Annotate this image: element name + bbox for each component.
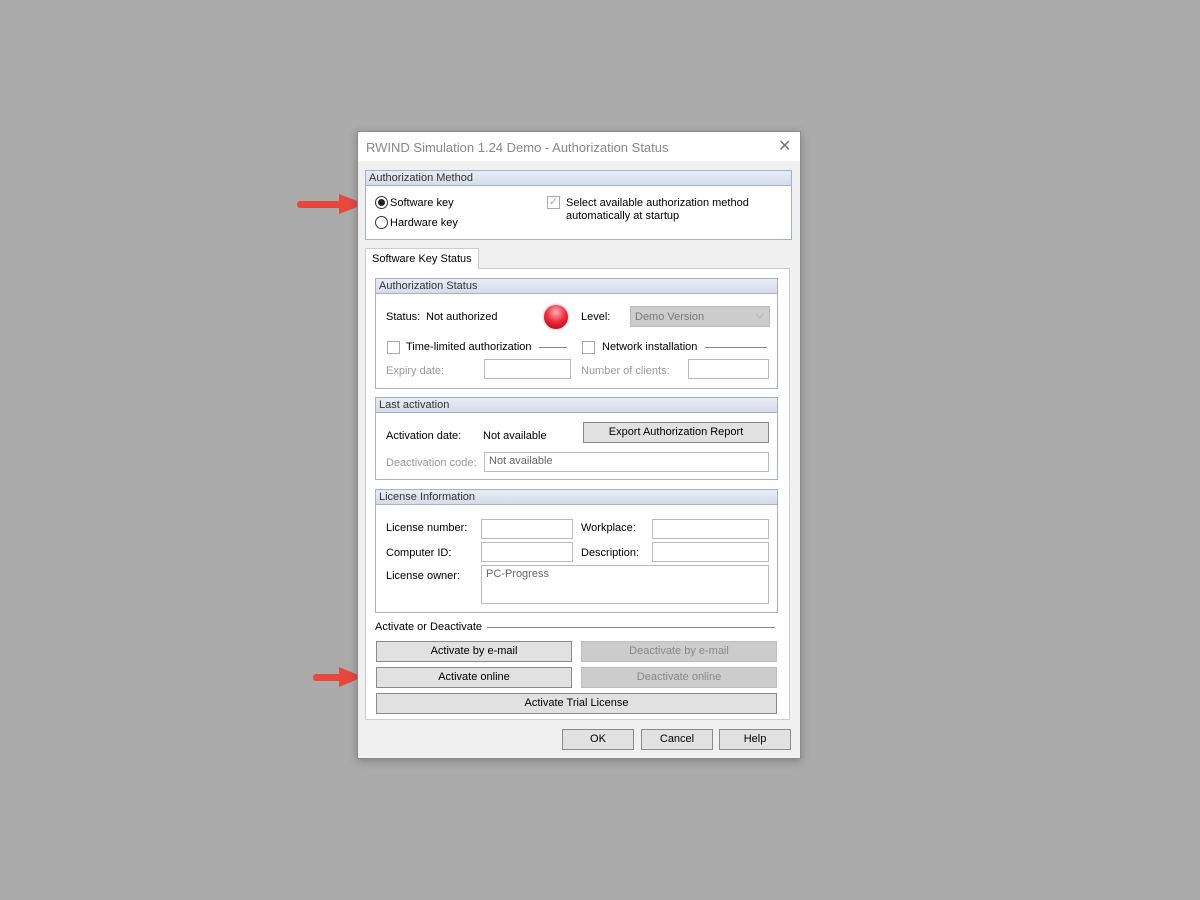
hardware-key-radio[interactable] (375, 216, 388, 229)
auto-select-label-2: automatically at startup (566, 210, 680, 222)
level-label: Level: (581, 311, 611, 323)
divider (539, 347, 567, 348)
software-key-label[interactable]: Software key (390, 197, 454, 209)
activate-section-label: Activate or Deactivate (375, 621, 482, 633)
status-indicator-icon (544, 305, 568, 329)
deactivate-by-email-button[interactable]: Deactivate by e-mail (581, 641, 777, 662)
status-label: Status: (386, 311, 421, 323)
divider (487, 627, 775, 628)
tab-software-key-status[interactable]: Software Key Status (365, 248, 479, 269)
software-key-radio[interactable] (375, 196, 388, 209)
workplace-label: Workplace: (581, 522, 636, 534)
group-header: Last activation (376, 398, 777, 413)
close-icon[interactable]: ✕ (778, 136, 791, 156)
clients-label: Number of clients: (581, 365, 670, 377)
group-header: Authorization Status (376, 279, 777, 294)
authorization-method-group: Authorization Method Software key Hardwa… (365, 170, 792, 240)
activate-trial-license-button[interactable]: Activate Trial License (376, 693, 777, 714)
last-activation-group: Last activation Activation date: Not ava… (375, 397, 778, 480)
description-input[interactable] (652, 542, 769, 562)
deactivate-online-button[interactable]: Deactivate online (581, 667, 777, 688)
time-limited-label: Time-limited authorization (406, 341, 532, 353)
group-header: License Information (376, 490, 777, 505)
group-header: Authorization Method (366, 171, 791, 186)
auto-select-checkbox[interactable]: ✓ (547, 196, 560, 209)
activation-date-label: Activation date: (386, 430, 462, 442)
time-limited-checkbox[interactable] (387, 341, 400, 354)
activation-date-value: Not available (483, 430, 547, 442)
license-owner-label: License owner: (386, 570, 460, 582)
status-value: Not authorized (426, 311, 498, 323)
expiry-label: Expiry date: (386, 365, 445, 377)
description-label: Description: (581, 547, 640, 559)
chevron-down-icon: ⌵ (755, 309, 764, 321)
deactivation-code-input[interactable]: Not available (484, 452, 769, 472)
license-owner-input[interactable]: PC-Progress (481, 565, 769, 604)
help-button[interactable]: Help (719, 729, 791, 750)
deactivation-code-label: Deactivation code: (386, 457, 477, 469)
title-bar: RWIND Simulation 1.24 Demo - Authorizati… (358, 132, 800, 161)
computer-id-label: Computer ID: (386, 547, 452, 559)
export-report-button[interactable]: Export Authorization Report (583, 422, 769, 443)
expiry-date-input[interactable] (484, 359, 571, 379)
divider (705, 347, 767, 348)
authorization-status-dialog: RWIND Simulation 1.24 Demo - Authorizati… (357, 131, 801, 759)
cancel-button[interactable]: Cancel (641, 729, 713, 750)
license-owner-value: PC-Progress (486, 568, 549, 580)
level-value: Demo Version (635, 311, 705, 323)
license-information-group: License Information License number: Work… (375, 489, 778, 613)
activate-by-email-button[interactable]: Activate by e-mail (376, 641, 572, 662)
deactivation-code-value: Not available (489, 455, 553, 467)
computer-id-input[interactable] (481, 542, 573, 562)
license-number-label: License number: (386, 522, 468, 534)
clients-input[interactable] (688, 359, 769, 379)
license-number-input[interactable] (481, 519, 573, 539)
window-title: RWIND Simulation 1.24 Demo - Authorizati… (366, 140, 669, 155)
activate-online-button[interactable]: Activate online (376, 667, 572, 688)
tab-label: Software Key Status (372, 253, 472, 265)
authorization-status-group: Authorization Status Status: Not authori… (375, 278, 778, 389)
workplace-input[interactable] (652, 519, 769, 539)
network-checkbox[interactable] (582, 341, 595, 354)
ok-button[interactable]: OK (562, 729, 634, 750)
tab-panel: Authorization Status Status: Not authori… (365, 268, 790, 720)
network-label: Network installation (602, 341, 698, 353)
auto-select-label-1: Select available authorization method (566, 197, 749, 209)
level-select[interactable]: Demo Version ⌵ (630, 306, 770, 327)
hardware-key-label[interactable]: Hardware key (390, 217, 458, 229)
